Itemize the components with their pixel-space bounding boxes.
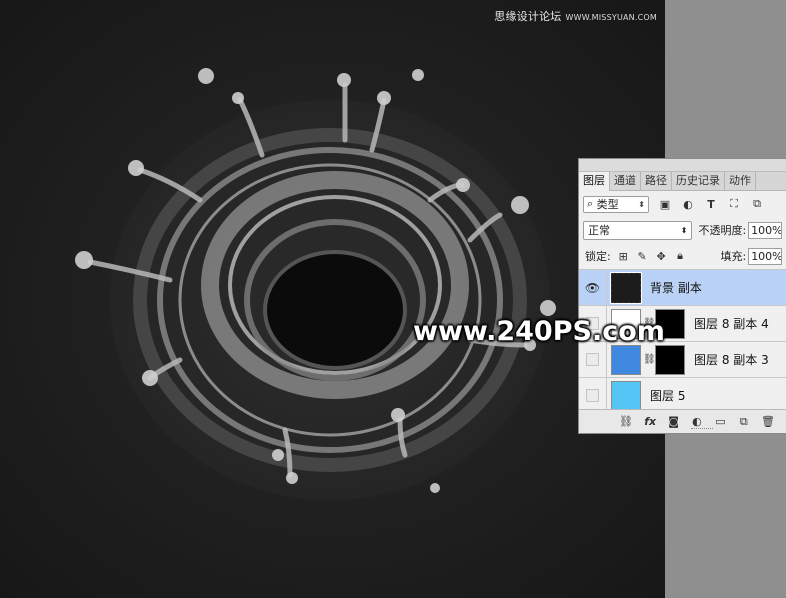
shape-icon[interactable]: ⛶ bbox=[727, 197, 741, 211]
search-icon: ⌕ bbox=[587, 197, 594, 210]
trash-icon[interactable]: 🗑︎ bbox=[761, 415, 775, 429]
blend-mode-value: 正常 bbox=[588, 224, 610, 237]
eye-icon: 👁︎ bbox=[584, 280, 601, 295]
panel-tabs: 图层 通道 路径 历史记录 动作 bbox=[579, 172, 786, 191]
lock-row: 锁定: ⊞ ✎ ✥ 🔒︎ 填充: 100% bbox=[579, 243, 786, 269]
tab-layers[interactable]: 图层 bbox=[579, 172, 610, 191]
image-icon[interactable]: ▣ bbox=[658, 197, 672, 211]
resize-grip[interactable] bbox=[691, 428, 713, 432]
tab-history[interactable]: 历史记录 bbox=[672, 172, 725, 190]
lock-brush-icon[interactable]: ✎ bbox=[636, 250, 649, 263]
blend-row: 正常 ⬍ 不透明度: 100% bbox=[579, 217, 786, 243]
tab-paths[interactable]: 路径 bbox=[641, 172, 672, 190]
adjustment-layer-icon[interactable]: ◐ bbox=[691, 415, 703, 429]
fill-input[interactable]: 100% bbox=[748, 247, 783, 265]
updown-arrows-icon: ⬍ bbox=[638, 199, 645, 209]
hidden-box-icon bbox=[586, 353, 599, 366]
filter-kind-label: 类型 bbox=[596, 198, 619, 211]
layer-thumbnail bbox=[611, 380, 641, 411]
folder-icon[interactable]: ▭ bbox=[714, 415, 726, 429]
lock-label: 锁定: bbox=[585, 250, 611, 263]
smart-object-icon[interactable]: ⧉ bbox=[750, 197, 764, 211]
type-icon[interactable]: T bbox=[704, 197, 718, 211]
site-mark-url: WWW.MISSYUAN.COM bbox=[565, 13, 657, 22]
layer-row[interactable]: ⛓ 图层 8 副本 3 bbox=[579, 341, 786, 378]
fx-icon[interactable]: fx bbox=[644, 415, 656, 429]
hidden-box-icon bbox=[586, 389, 599, 402]
new-layer-icon[interactable]: ⧉ bbox=[738, 415, 750, 429]
layer-row[interactable]: 👁︎ 背景 副本 bbox=[579, 269, 786, 306]
layer-mask-thumbnail[interactable] bbox=[655, 344, 685, 375]
tab-actions[interactable]: 动作 bbox=[725, 172, 756, 190]
link-chain-icon[interactable]: ⛓ bbox=[643, 354, 656, 365]
fill-label: 填充: bbox=[720, 250, 747, 263]
layers-panel: 图层 通道 路径 历史记录 动作 ⌕ 类型 ⬍ ▣ ◐ T ⛶ ⧉ 正常 ⬍ 不… bbox=[578, 158, 786, 434]
layer-name[interactable]: 图层 5 bbox=[650, 387, 685, 404]
lock-move-icon[interactable]: ✥ bbox=[655, 250, 668, 263]
link-icon[interactable]: ⛓ bbox=[619, 415, 633, 429]
lock-all-icon[interactable]: 🔒︎ bbox=[674, 249, 687, 263]
adjustment-icon[interactable]: ◐ bbox=[681, 197, 695, 211]
tab-channels[interactable]: 通道 bbox=[610, 172, 641, 190]
blend-mode-select[interactable]: 正常 ⬍ bbox=[583, 220, 693, 240]
mask-icon[interactable]: ◙ bbox=[667, 415, 679, 429]
document-canvas[interactable]: 思缘设计论坛 WWW.MISSYUAN.COM bbox=[0, 0, 665, 598]
filter-kind-select[interactable]: ⌕ 类型 ⬍ bbox=[583, 195, 649, 213]
site-mark: 思缘设计论坛 WWW.MISSYUAN.COM bbox=[494, 8, 657, 24]
water-splash-image bbox=[75, 68, 556, 500]
site-mark-cn: 思缘设计论坛 bbox=[494, 10, 562, 23]
layer-name[interactable]: 图层 8 副本 3 bbox=[694, 351, 769, 368]
layer-thumbnail bbox=[610, 271, 642, 304]
panel-title-bar[interactable] bbox=[579, 159, 786, 172]
watermark: www.240PS.com bbox=[413, 316, 665, 347]
layer-name[interactable]: 图层 8 副本 4 bbox=[694, 315, 769, 332]
visibility-toggle[interactable]: 👁︎ bbox=[579, 269, 607, 306]
filter-row: ⌕ 类型 ⬍ ▣ ◐ T ⛶ ⧉ bbox=[579, 191, 786, 217]
lock-transparency-icon[interactable]: ⊞ bbox=[617, 250, 630, 263]
layer-name[interactable]: 背景 副本 bbox=[650, 279, 702, 296]
opacity-label: 不透明度: bbox=[698, 224, 747, 237]
updown-arrows-icon: ⬍ bbox=[680, 225, 688, 235]
layer-thumbnail bbox=[611, 344, 641, 375]
opacity-input[interactable]: 100% bbox=[748, 221, 782, 239]
panel-footer: ⛓ fx ◙ ◐ ▭ ⧉ 🗑︎ bbox=[579, 409, 786, 433]
